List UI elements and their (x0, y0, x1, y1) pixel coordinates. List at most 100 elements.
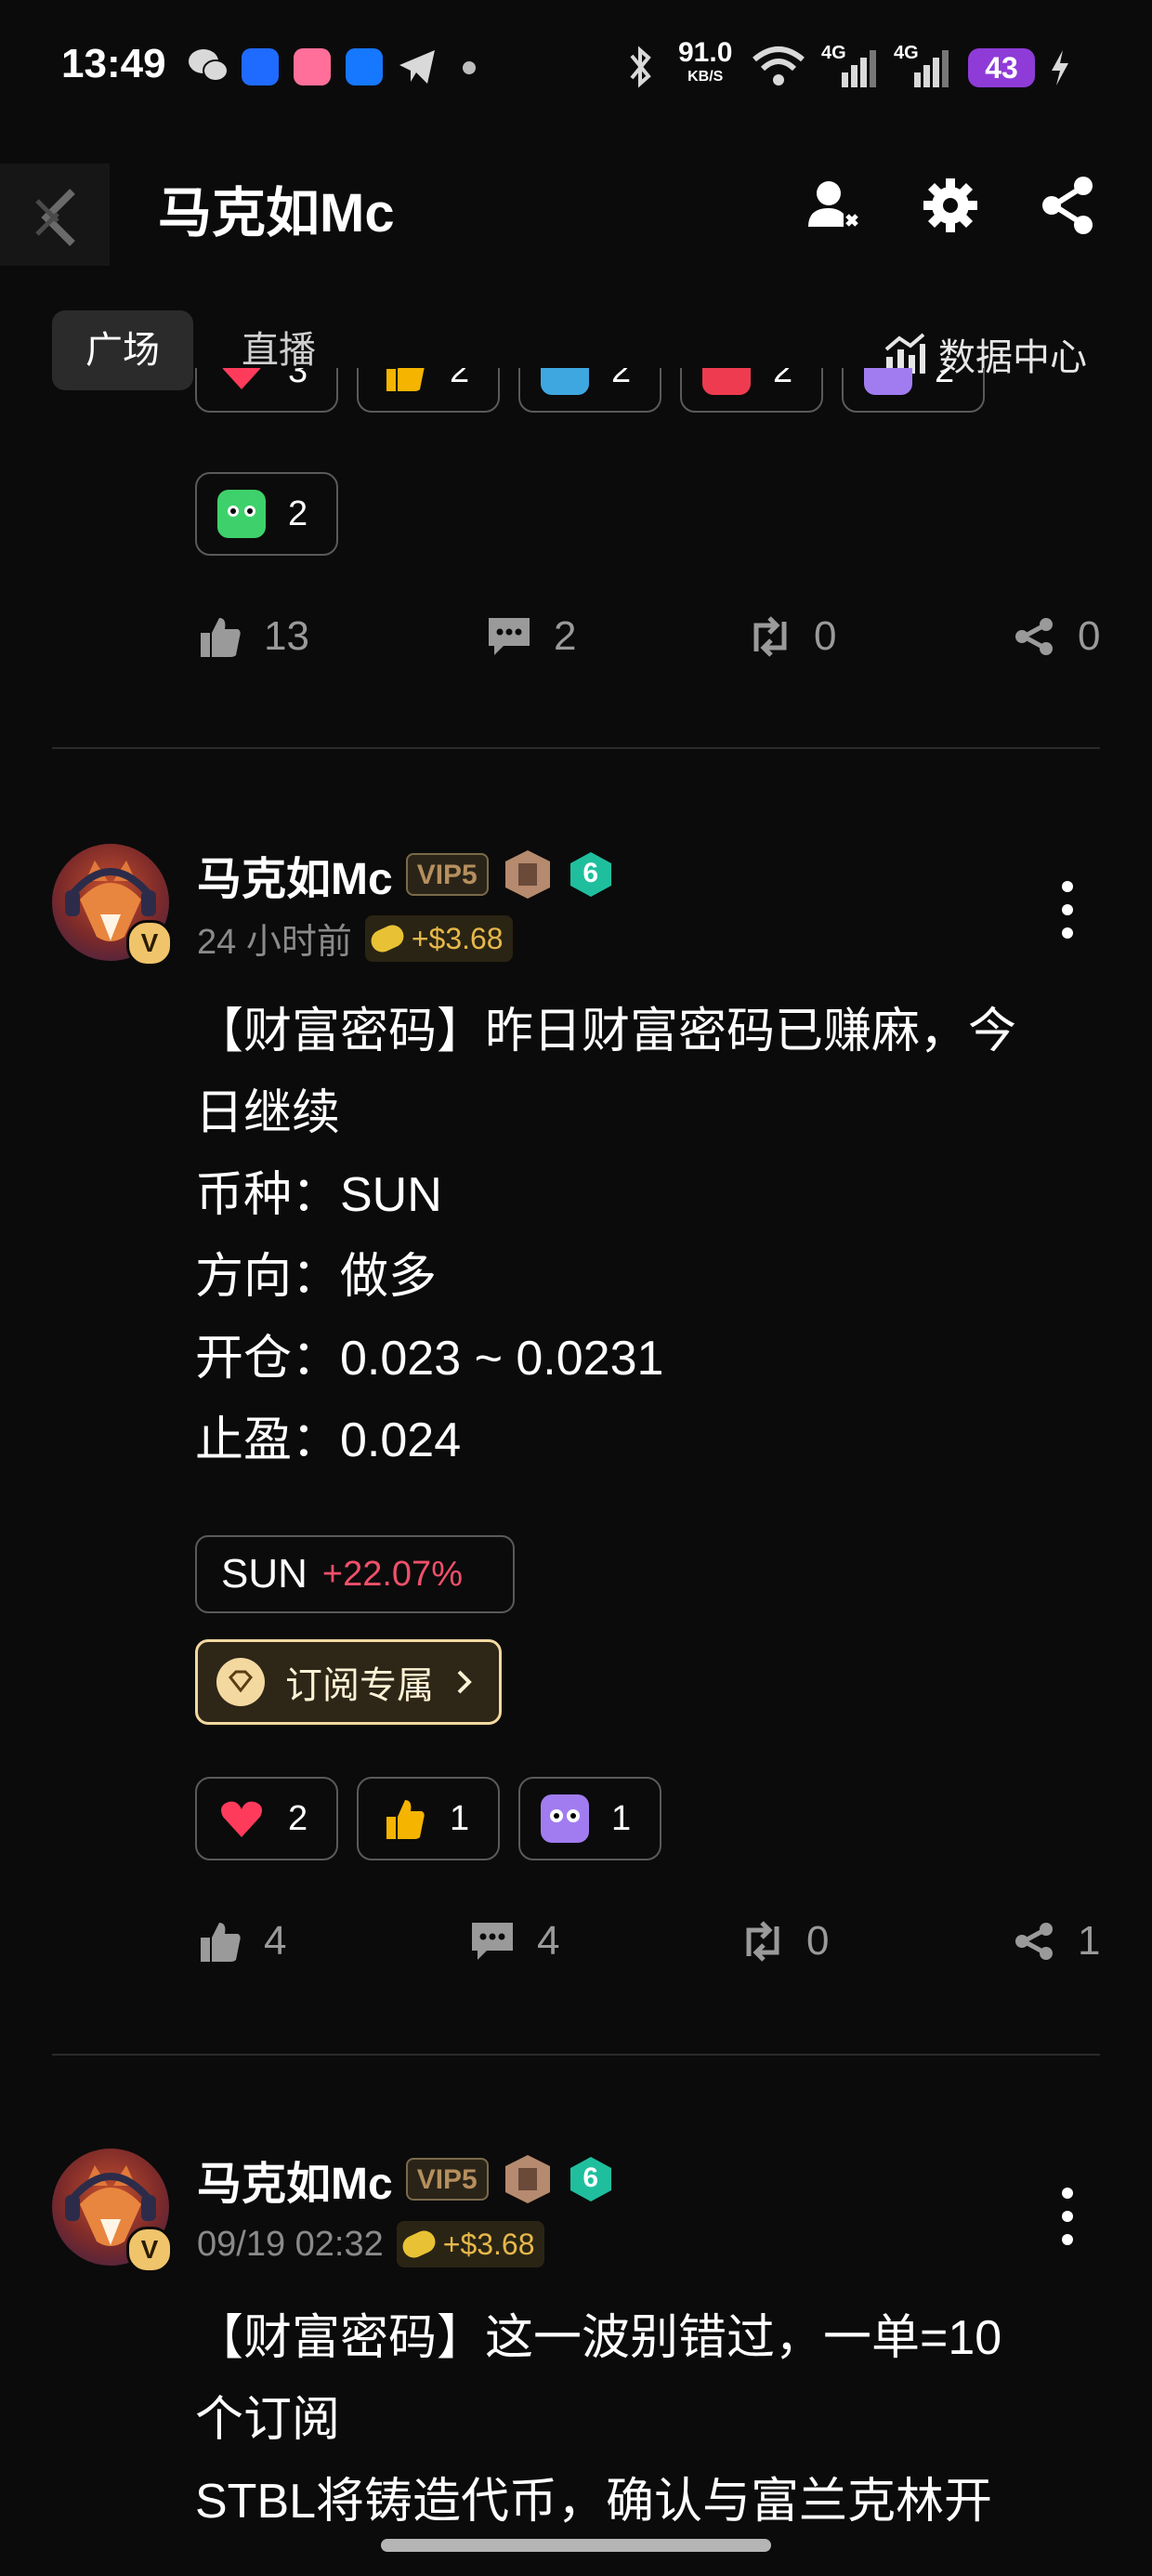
reaction-chip[interactable]: 2 (842, 368, 985, 413)
reaction-chip[interactable]: 2 (195, 1777, 338, 1860)
wechat-icon (189, 49, 229, 82)
vip-badge: VIP5 (405, 853, 489, 896)
lolita-app-icon (294, 48, 331, 85)
ticker-chip[interactable]: SUN +22.07% (195, 1535, 515, 1613)
status-bar: 13:49 91.0 KB/S 4G 4G 43 (0, 0, 1152, 139)
like-icon (201, 618, 241, 657)
home-indicator[interactable] (381, 2539, 771, 2552)
share-post-button[interactable]: 0 (1013, 613, 1100, 660)
reaction-count: 2 (288, 493, 308, 533)
post-body: 【财富密码】昨日财富密码已赚麻，今 日继续 币种：SUN 方向：做多 开仓：0.… (195, 991, 1106, 1481)
vip-badge: VIP5 (405, 2158, 489, 2201)
share-post-button[interactable]: 1 (1013, 1918, 1100, 1965)
heart-icon (217, 1794, 266, 1843)
charging-icon (1052, 50, 1068, 85)
reaction-count: 3 (288, 368, 308, 390)
reaction-chip[interactable]: 1 (518, 1777, 661, 1860)
chevron-right-icon (457, 1670, 472, 1694)
reaction-chip[interactable]: 2 (680, 368, 823, 413)
author-name[interactable]: 马克如Mc (197, 2147, 393, 2212)
like-button[interactable]: 4 (199, 1918, 286, 1965)
settings-icon[interactable] (918, 173, 983, 238)
author-row: 马克如Mc VIP5 6 (197, 2147, 615, 2212)
telegram-icon (399, 50, 435, 84)
post-line: 【财富密码】这一波别错过，一单=10 (195, 2311, 1002, 2365)
signal-icon-2 (914, 50, 949, 87)
repost-count: 0 (806, 1918, 830, 1964)
comment-button[interactable]: 4 (470, 1918, 559, 1965)
reaction-count: 2 (935, 368, 955, 390)
meta-row: 24 小时前 +$3.68 (197, 913, 513, 964)
green-face-emoji-icon (217, 490, 266, 538)
battery-level: 43 (968, 48, 1035, 87)
signal-icon-1 (842, 50, 876, 87)
thumbs-up-icon (379, 368, 427, 395)
subscribe-exclusive-button[interactable]: 订阅专属 (195, 1639, 502, 1725)
meta-row: 09/19 02:32 +$3.68 (197, 2221, 544, 2267)
post-line: 止盈：0.024 (195, 1413, 462, 1467)
comment-icon (472, 1923, 513, 1960)
post-line: 日继续 (195, 1086, 341, 1140)
ticker-symbol: SUN (221, 1551, 308, 1597)
coin-icon (399, 2227, 439, 2262)
repost-count: 0 (814, 613, 837, 659)
more-options-button[interactable] (1062, 2188, 1073, 2257)
tip-amount: +$3.68 (442, 2228, 535, 2261)
level-number: 6 (583, 2162, 599, 2193)
back-icon (35, 189, 75, 246)
share-count: 0 (1078, 613, 1101, 659)
post-divider (52, 747, 1100, 749)
app-blue-icon (242, 48, 279, 85)
hodl-emoji-icon (541, 368, 589, 395)
author-row: 马克如Mc VIP5 6 (197, 842, 615, 907)
red-face-emoji-icon (702, 368, 751, 395)
repost-button[interactable]: 0 (749, 613, 836, 660)
reactions-row: 2 1 1 (195, 1777, 661, 1860)
post-line: 方向：做多 (195, 1250, 438, 1304)
reaction-chip[interactable]: 1 (357, 1777, 500, 1860)
network-speed: 91.0 KB/S (678, 39, 732, 89)
rank-badge-icon (504, 850, 550, 899)
status-time: 13:49 (61, 41, 166, 86)
comment-button[interactable]: 2 (487, 613, 576, 660)
profile-follow-icon[interactable] (801, 173, 866, 238)
ticker-change: +22.07% (321, 1554, 463, 1594)
repost-button[interactable]: 0 (741, 1918, 829, 1965)
reaction-chip[interactable]: 3 (195, 368, 338, 413)
reaction-chip[interactable]: 2 (518, 368, 661, 413)
reaction-count: 2 (611, 368, 632, 390)
like-button[interactable]: 13 (199, 613, 309, 660)
tab-square[interactable]: 广场 (52, 310, 193, 390)
repost-icon (746, 1921, 779, 1962)
prev-reactions-row: 3 2 2 2 2 (195, 368, 985, 413)
like-icon (201, 1923, 241, 1962)
coin-icon (367, 921, 408, 955)
subscribe-label: 订阅专属 (285, 1665, 434, 1706)
post-divider (52, 2054, 1100, 2056)
level-badge: 6 (567, 2155, 615, 2203)
tip-badge[interactable]: +$3.68 (396, 2221, 544, 2267)
reaction-chip[interactable]: 2 (195, 472, 338, 556)
post-line: 个订阅 (195, 2393, 341, 2447)
post-line: 开仓：0.023 ~ 0.0231 (195, 1332, 664, 1386)
share-icon (1015, 1923, 1053, 1960)
post-line: 币种：SUN (195, 1168, 442, 1222)
author-name[interactable]: 马克如Mc (197, 842, 393, 907)
tip-badge[interactable]: +$3.68 (364, 914, 513, 962)
bluetooth-icon (630, 46, 651, 88)
reaction-chip[interactable]: 2 (357, 368, 500, 413)
heart-icon (217, 368, 266, 395)
share-icon[interactable] (1035, 173, 1100, 238)
share-icon (1015, 618, 1053, 655)
comment-icon (489, 618, 530, 655)
comment-count: 2 (554, 613, 577, 659)
more-options-button[interactable] (1062, 881, 1073, 951)
repost-icon (753, 616, 787, 657)
post-line: STBL将铸造代币，确认与富兰克林开 (195, 2475, 993, 2529)
purple-face-emoji-icon (541, 1794, 589, 1843)
back-button[interactable] (0, 164, 110, 266)
reaction-count: 2 (450, 368, 470, 390)
thumbs-up-icon (379, 1794, 427, 1843)
purple-face-emoji-icon (864, 368, 912, 395)
speed-unit: KB/S (687, 69, 724, 85)
